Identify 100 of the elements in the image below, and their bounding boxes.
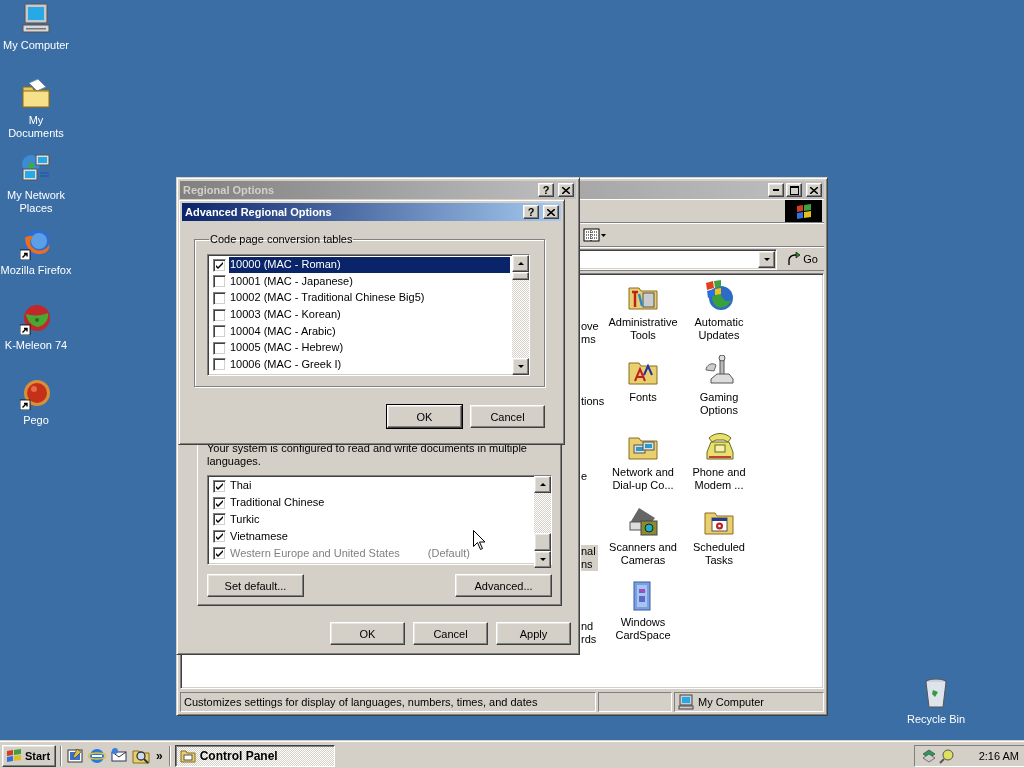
list-item[interactable]: 10001 (MAC - Japanese) — [229, 273, 355, 290]
address-field[interactable] — [577, 248, 778, 270]
list-item[interactable]: Vietnamese — [229, 528, 290, 545]
checkbox[interactable] — [213, 513, 226, 527]
checkbox[interactable] — [213, 291, 226, 305]
checkbox[interactable] — [213, 308, 226, 322]
checkbox[interactable] — [213, 341, 226, 355]
dialog-button[interactable]: Cancel — [413, 622, 488, 645]
dropdown-button[interactable] — [758, 250, 776, 268]
item-label[interactable]: Fonts — [605, 391, 681, 404]
dialog-button[interactable]: OK — [330, 622, 405, 645]
icon-label[interactable]: Pego — [22, 414, 50, 427]
window-title: Regional Options — [183, 184, 276, 196]
item-label[interactable]: nal ns — [581, 545, 598, 571]
close-button[interactable] — [543, 205, 559, 219]
item-label[interactable]: Administrative Tools — [605, 316, 681, 342]
list-item[interactable]: Turkic — [229, 512, 262, 528]
item-label[interactable]: Scheduled Tasks — [681, 541, 757, 567]
list-item[interactable]: Thai — [229, 478, 254, 495]
status-zone: My Computer — [674, 692, 824, 712]
list-item[interactable]: 10004 (MAC - Arabic) — [229, 323, 338, 340]
desktop-icon[interactable] — [66, 747, 84, 765]
phone-icon[interactable] — [703, 430, 735, 462]
item-label[interactable]: Gaming Options — [681, 391, 757, 417]
dialog-button[interactable]: Advanced... — [455, 574, 552, 597]
list-item[interactable]: 10002 (MAC - Traditional Chinese Big5) — [229, 290, 427, 307]
joystick-icon[interactable] — [703, 355, 735, 387]
checkbox[interactable] — [213, 325, 226, 339]
scroll-thumb[interactable] — [512, 272, 529, 280]
code-page-list[interactable]: 10000 (MAC - Roman) 10001 (MAC - Japanese) 10002 (MAC - Traditional Chinese Big5) 10003 (MAC - Korean) 10004 (MAC - Arabic) 10005 (MAC - Hebrew) 10006 (MAC - Greek I) — [207, 254, 530, 376]
magnifier-icon[interactable] — [132, 747, 150, 765]
icon-label[interactable]: My Computer — [2, 39, 70, 52]
go-button[interactable]: Go — [783, 248, 822, 270]
scanner-icon[interactable] — [627, 505, 659, 537]
icon-label[interactable]: Recycle Bin — [905, 713, 967, 726]
scrollbar[interactable] — [512, 255, 529, 375]
maximize-button[interactable] — [786, 183, 802, 197]
close-icon — [562, 186, 570, 194]
checkbox[interactable] — [213, 479, 226, 493]
chevron[interactable]: » — [156, 749, 163, 763]
icon-label[interactable]: My Network Places — [0, 189, 73, 215]
item-label[interactable]: tions — [581, 395, 607, 408]
maximize-icon — [789, 185, 799, 195]
list-item[interactable]: 10000 (MAC - Roman) — [229, 257, 510, 274]
help-button[interactable]: ? — [523, 205, 539, 219]
scroll-thumb[interactable] — [534, 533, 551, 551]
start-button[interactable]: Start — [2, 745, 56, 767]
icon-label[interactable]: Mozilla Firefox — [0, 264, 73, 277]
item-label[interactable]: Windows CardSpace — [605, 616, 681, 642]
cursor-icon — [473, 530, 485, 550]
default-label: (Default) — [426, 545, 471, 561]
close-icon — [547, 208, 555, 216]
scroll-up-button[interactable] — [534, 476, 551, 493]
minimize-button[interactable] — [768, 183, 784, 197]
item-label[interactable]: Automatic Updates — [681, 316, 757, 342]
computer-icon — [678, 694, 694, 710]
item-label[interactable]: Network and Dial-up Co... — [605, 466, 681, 492]
dialog-button[interactable]: Set default... — [207, 574, 304, 597]
list-item[interactable]: 10006 (MAC - Greek I) — [229, 356, 344, 373]
dialog-button[interactable]: Cancel — [470, 405, 545, 428]
list-item[interactable]: Traditional Chinese — [229, 495, 327, 512]
network-icon[interactable] — [921, 748, 937, 764]
close-button[interactable] — [558, 183, 574, 197]
checkbox[interactable] — [213, 258, 226, 272]
dialog-button[interactable]: OK — [387, 405, 462, 428]
item-label[interactable]: Scanners and Cameras — [605, 541, 681, 567]
scroll-down-button[interactable] — [534, 551, 551, 568]
down-arrow-icon — [762, 255, 771, 263]
checkbox[interactable] — [213, 496, 226, 510]
group-label: Code page conversion tables — [209, 233, 354, 245]
globe-icon[interactable] — [88, 747, 106, 765]
checkbox[interactable] — [213, 275, 226, 289]
taskbar-button[interactable]: Control Panel — [174, 745, 335, 767]
dialog-button[interactable]: Apply — [496, 622, 571, 645]
icon-label[interactable]: My Documents — [0, 114, 73, 140]
magnifier-icon[interactable] — [939, 748, 955, 764]
close-button[interactable] — [806, 183, 822, 197]
item-label[interactable]: e — [581, 470, 590, 483]
list-item[interactable]: 10003 (MAC - Korean) — [229, 307, 343, 323]
item-label[interactable]: ove ms — [581, 320, 601, 346]
checkbox[interactable] — [213, 530, 226, 544]
mail-icon[interactable] — [110, 747, 128, 765]
item-label[interactable]: Phone and Modem ... — [681, 466, 757, 492]
list-item[interactable]: 10005 (MAC - Hebrew) — [229, 340, 346, 357]
scroll-down-button[interactable] — [512, 358, 529, 375]
checkbox[interactable] — [213, 358, 226, 372]
globe-icon[interactable] — [20, 228, 52, 260]
folder-icon[interactable] — [20, 78, 52, 110]
help-button[interactable]: ? — [538, 183, 554, 197]
up-arrow-icon — [538, 481, 547, 488]
folder-icon — [179, 748, 196, 764]
ball-icon[interactable] — [20, 303, 52, 335]
icon-label[interactable]: K-Meleon 74 — [3, 339, 69, 352]
scroll-up-button[interactable] — [512, 255, 529, 272]
ball-icon[interactable] — [20, 378, 52, 410]
item-label[interactable]: nd rds — [581, 620, 599, 646]
views-icon[interactable] — [583, 228, 607, 242]
check-icon — [215, 260, 224, 270]
computer-icon[interactable] — [20, 3, 52, 35]
globe-icon[interactable] — [703, 280, 735, 312]
